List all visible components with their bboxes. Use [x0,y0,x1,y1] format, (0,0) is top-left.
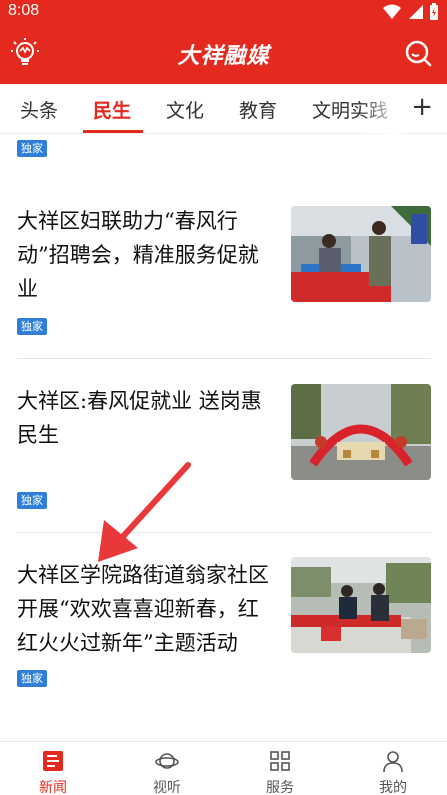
nav-mine[interactable]: 我的 [353,742,433,795]
nav-news[interactable]: 新闻 [13,742,93,795]
tab-livelihood[interactable]: 民生 [93,96,131,123]
news-title: 大祥区:春风促就业 送岗惠 民生 [17,389,262,447]
nav-label: 新闻 [39,780,67,795]
active-tab-indicator [83,130,143,133]
exclusive-badge: 独家 [17,670,47,687]
grid-icon [270,751,290,771]
wifi-icon [383,4,401,19]
news-title: 大祥区学院路街道翁家社区 开展“欢欢喜喜迎新春，红 红火火过新年”主题活动 [17,563,269,655]
search-icon [405,40,432,67]
channel-tabs: 头条 民生 文化 教育 文明实践 + [0,84,447,134]
nav-label: 服务 [266,780,294,795]
status-icons [383,3,439,21]
news-title: 大祥区妇联助力“春风行 动”招聘会，精准服务促就 业 [17,209,259,301]
tab-culture[interactable]: 文化 [166,96,204,123]
nav-video-audio[interactable]: 视听 [127,742,207,795]
exclusive-badge: 独家 [17,318,47,335]
nav-services[interactable]: 服务 [240,742,320,795]
add-channel-button[interactable]: + [411,92,433,122]
nav-label: 我的 [379,780,407,795]
divider [17,358,431,359]
app-title: 大祥融媒 [177,44,270,69]
divider [17,532,431,533]
news-icon [43,751,63,771]
tab-headlines[interactable]: 头条 [20,96,58,123]
exclusive-badge: 独家 [17,492,47,509]
news-thumbnail [291,206,431,302]
status-bar: 8:08 [0,0,447,24]
battery-icon [430,3,438,20]
planet-icon [155,753,179,769]
bottom-navigation: 新闻 视听 服务 我的 [0,741,447,795]
exclusive-badge: 独家 [17,140,47,157]
news-thumbnail [291,384,431,480]
app-header: 大祥融媒 [0,24,447,84]
news-thumbnail [291,557,431,653]
nav-label: 视听 [153,780,181,795]
user-icon [383,751,403,773]
tab-fade [360,84,402,134]
search-button[interactable] [403,38,433,68]
status-time: 8:08 [8,2,40,19]
tab-education[interactable]: 教育 [239,96,277,123]
signal-icon [409,5,423,19]
